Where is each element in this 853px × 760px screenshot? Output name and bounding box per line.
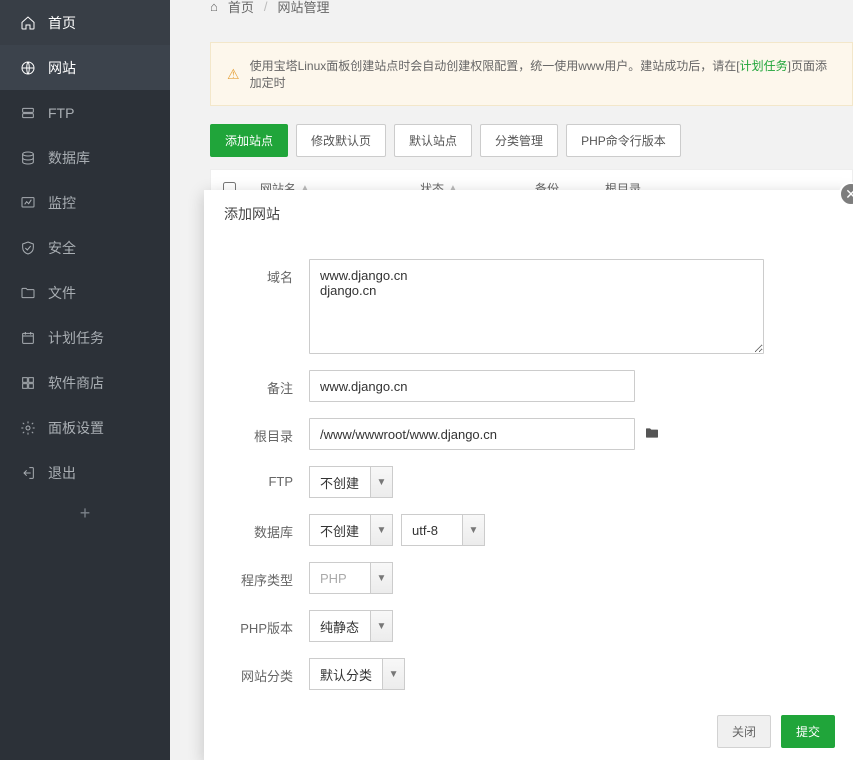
site-category-label: 网站分类	[224, 658, 309, 685]
apps-icon	[20, 375, 36, 391]
database-select[interactable]: 不创建 ▼	[309, 514, 393, 546]
chevron-down-icon: ▼	[370, 611, 392, 641]
sidebar-add-button[interactable]: +	[0, 495, 170, 531]
sidebar-item-appstore[interactable]: 软件商店	[0, 360, 170, 405]
breadcrumb-home[interactable]: 首页	[228, 0, 254, 16]
sidebar-item-label: 面板设置	[48, 418, 104, 438]
breadcrumb: ⌂ 首页 / 网站管理	[170, 0, 853, 12]
category-manage-button[interactable]: 分类管理	[480, 124, 558, 157]
program-type-label: 程序类型	[224, 562, 309, 589]
add-site-modal: ✕ 添加网站 域名 备注 根目录 FTP	[204, 190, 853, 760]
root-label: 根目录	[224, 418, 309, 445]
shield-icon	[20, 240, 36, 256]
home-icon: ⌂	[210, 0, 218, 14]
sidebar-item-ftp[interactable]: FTP	[0, 90, 170, 135]
root-input[interactable]	[309, 418, 635, 450]
folder-icon	[20, 285, 36, 301]
sidebar: 首页 网站 FTP 数据库 监控 安全 文件 计划任务 软件商店 面板设置 退出	[0, 0, 170, 760]
monitor-icon	[20, 195, 36, 211]
alert-banner: ⚠ 使用宝塔Linux面板创建站点时会自动创建权限配置，统一使用www用户。建站…	[210, 42, 853, 106]
ftp-label: FTP	[224, 466, 309, 489]
breadcrumb-current: 网站管理	[278, 0, 330, 16]
domain-label: 域名	[224, 259, 309, 286]
chevron-down-icon: ▼	[370, 467, 392, 497]
sidebar-item-label: 数据库	[48, 148, 90, 168]
sidebar-item-label: 安全	[48, 238, 76, 258]
gear-icon	[20, 420, 36, 436]
sidebar-item-cron[interactable]: 计划任务	[0, 315, 170, 360]
sidebar-item-files[interactable]: 文件	[0, 270, 170, 315]
chevron-down-icon: ▼	[370, 563, 392, 593]
sidebar-item-label: 监控	[48, 193, 76, 213]
default-site-button[interactable]: 默认站点	[394, 124, 472, 157]
sidebar-item-logout[interactable]: 退出	[0, 450, 170, 495]
sidebar-item-label: 首页	[48, 13, 76, 33]
close-button[interactable]: 关闭	[717, 715, 771, 748]
sidebar-item-database[interactable]: 数据库	[0, 135, 170, 180]
domain-input[interactable]	[309, 259, 764, 354]
chevron-down-icon: ▼	[462, 515, 484, 545]
note-label: 备注	[224, 370, 309, 397]
ftp-icon	[20, 105, 36, 121]
php-cli-button[interactable]: PHP命令行版本	[566, 124, 681, 157]
warning-icon: ⚠	[227, 66, 240, 83]
modal-title: 添加网站	[204, 190, 853, 239]
sidebar-item-security[interactable]: 安全	[0, 225, 170, 270]
alert-link[interactable]: 计划任务	[740, 59, 788, 73]
program-type-select[interactable]: PHP ▼	[309, 562, 393, 594]
calendar-icon	[20, 330, 36, 346]
note-input[interactable]	[309, 370, 635, 402]
toolbar: 添加站点 修改默认页 默认站点 分类管理 PHP命令行版本	[170, 118, 853, 169]
database-icon	[20, 150, 36, 166]
browse-folder-icon[interactable]	[643, 425, 661, 444]
globe-icon	[20, 60, 36, 76]
plus-icon: +	[80, 503, 91, 524]
site-category-select[interactable]: 默认分类 ▼	[309, 658, 405, 690]
sidebar-item-label: 网站	[48, 58, 76, 78]
sidebar-item-label: 软件商店	[48, 373, 104, 393]
breadcrumb-sep: /	[264, 0, 268, 14]
alert-text: 使用宝塔Linux面板创建站点时会自动创建权限配置，统一使用www用户。建站成功…	[250, 57, 836, 91]
php-version-select[interactable]: 纯静态 ▼	[309, 610, 393, 642]
sidebar-item-label: 退出	[48, 463, 76, 483]
database-label: 数据库	[224, 514, 309, 541]
ftp-select[interactable]: 不创建 ▼	[309, 466, 393, 498]
modify-default-button[interactable]: 修改默认页	[296, 124, 386, 157]
sidebar-item-home[interactable]: 首页	[0, 0, 170, 45]
submit-button[interactable]: 提交	[781, 715, 835, 748]
chevron-down-icon: ▼	[382, 659, 404, 689]
sidebar-item-monitor[interactable]: 监控	[0, 180, 170, 225]
add-site-button[interactable]: 添加站点	[210, 124, 288, 157]
sidebar-item-settings[interactable]: 面板设置	[0, 405, 170, 450]
sidebar-item-label: FTP	[48, 105, 74, 121]
sidebar-item-website[interactable]: 网站	[0, 45, 170, 90]
chevron-down-icon: ▼	[370, 515, 392, 545]
logout-icon	[20, 465, 36, 481]
sidebar-item-label: 文件	[48, 283, 76, 303]
modal-footer: 关闭 提交	[204, 703, 853, 760]
home-icon	[20, 15, 36, 31]
close-icon: ✕	[845, 186, 853, 203]
add-site-form: 域名 备注 根目录 FTP 不创建	[204, 239, 853, 690]
sidebar-item-label: 计划任务	[48, 328, 104, 348]
charset-select[interactable]: utf-8 ▼	[401, 514, 485, 546]
php-version-label: PHP版本	[224, 610, 309, 637]
